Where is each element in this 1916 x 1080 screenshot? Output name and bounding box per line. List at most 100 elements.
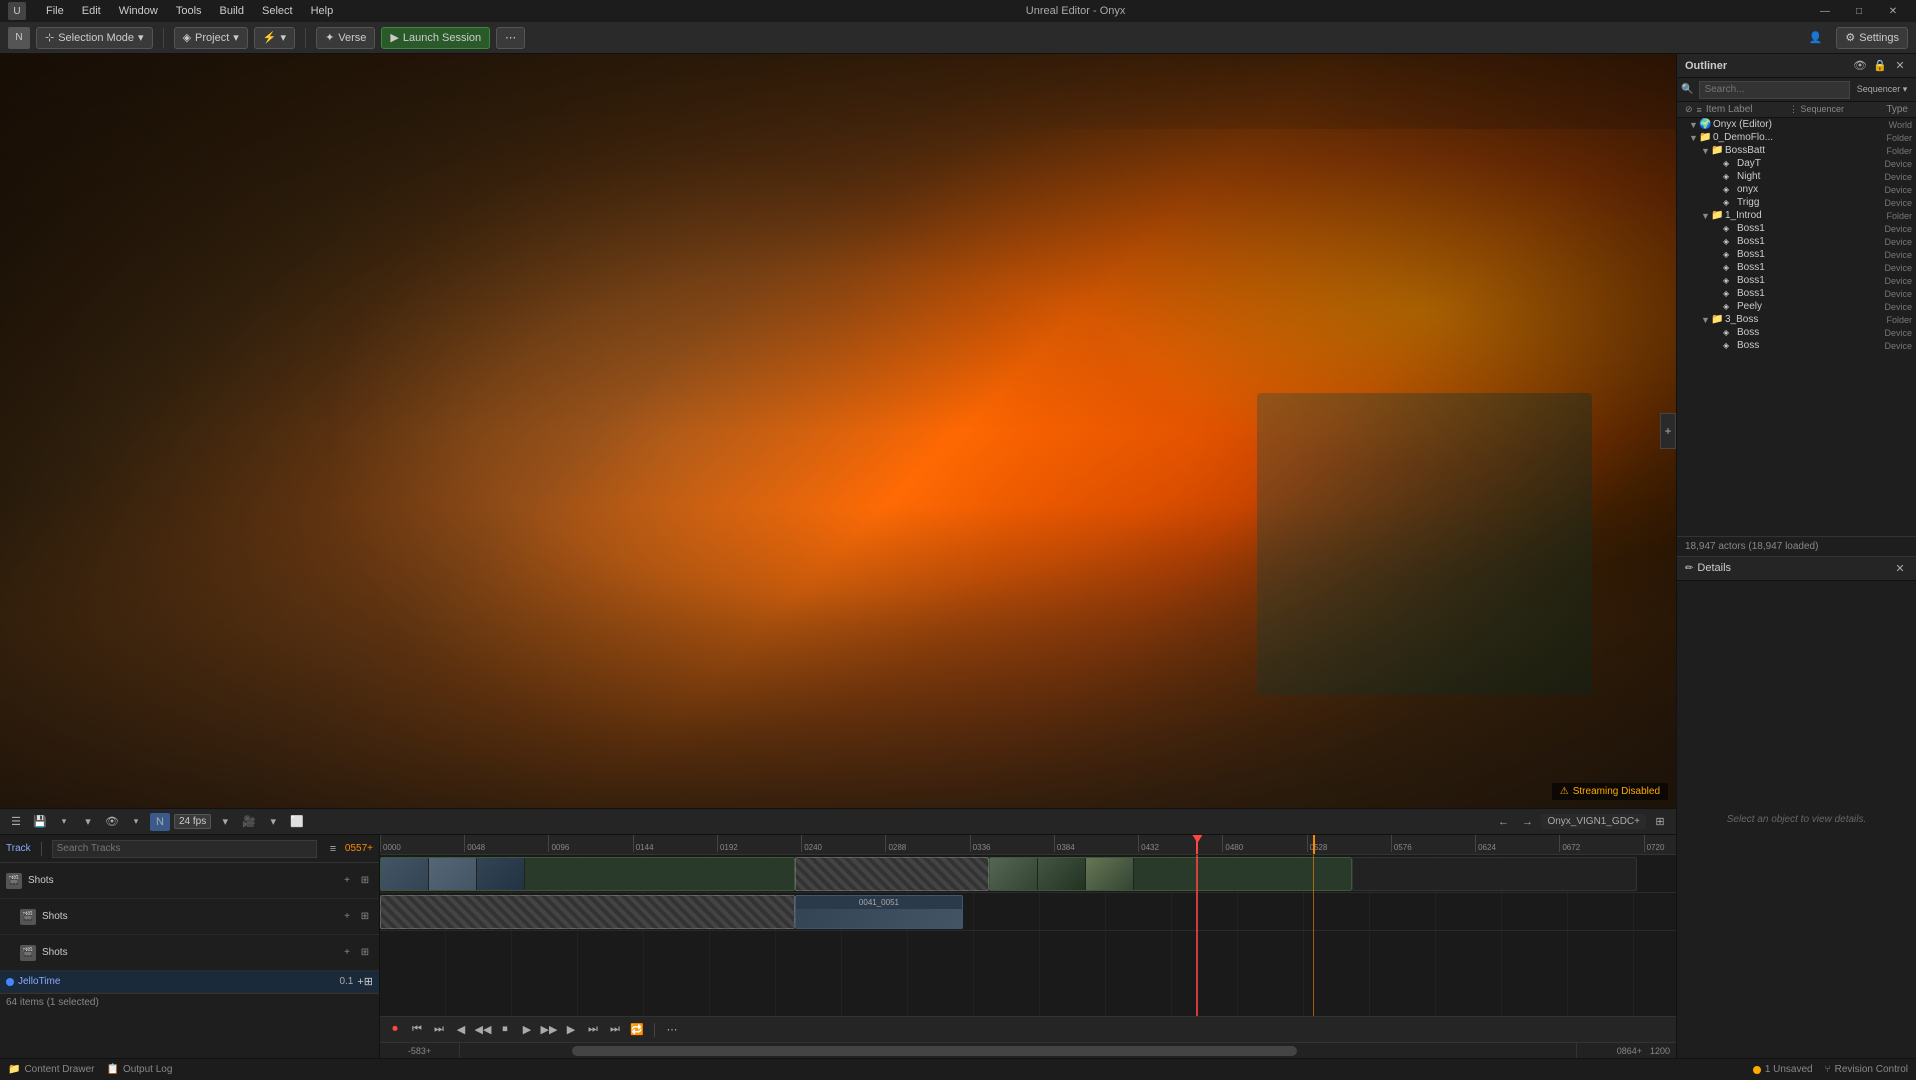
track-options-btn-3[interactable]: ⊞	[357, 945, 373, 961]
tree-item-boss-b[interactable]: ◈ Boss Device	[1677, 339, 1916, 352]
sequencer-filter-btn[interactable]: ▾	[78, 813, 98, 831]
tree-item-boss1e[interactable]: ◈ Boss1 Device	[1677, 274, 1916, 287]
tree-item-demoflo[interactable]: ▼ 📁 0_DemoFlo... Folder	[1677, 131, 1916, 144]
tree-item-dayt[interactable]: ◈ DayT Device	[1677, 157, 1916, 170]
seq-cam-btn[interactable]: 🎥	[239, 813, 259, 831]
user-icon-button[interactable]: 👤	[1801, 27, 1831, 49]
track-add-btn-1[interactable]: +	[339, 873, 355, 889]
pb-options-btn[interactable]: ⋯	[663, 1021, 681, 1039]
sequencer-options-btn[interactable]: ☰	[6, 813, 26, 831]
timeline-scroll-track[interactable]	[460, 1046, 1576, 1055]
settings-button[interactable]: ⚙ Settings	[1836, 27, 1908, 49]
output-log-btn[interactable]: 📋 Output Log	[106, 1064, 172, 1075]
minimize-button[interactable]: —	[1810, 0, 1840, 22]
sequencer-undo-btn[interactable]: ▾	[54, 813, 74, 831]
tree-item-night[interactable]: ◈ Night Device	[1677, 170, 1916, 183]
menu-file[interactable]: File	[38, 3, 72, 19]
jello-time-row[interactable]: JelloTime 0.1 + ⊞	[0, 971, 379, 993]
tree-item-boss-a[interactable]: ◈ Boss Device	[1677, 326, 1916, 339]
pb-play-reverse-btn[interactable]: ◀◀	[474, 1021, 492, 1039]
outliner-close-btn[interactable]: ✕	[1892, 58, 1908, 74]
track-row-shots-3[interactable]: 🎬 Shots + ⊞	[0, 935, 379, 971]
pb-play-forward-btn[interactable]: ▶▶	[540, 1021, 558, 1039]
pb-start-btn[interactable]: ⏮	[408, 1021, 426, 1039]
outliner-eye-btn[interactable]: 👁	[1852, 58, 1868, 74]
details-close-btn[interactable]: ✕	[1892, 560, 1908, 576]
seq-panel-btn[interactable]: ⊞	[1650, 813, 1670, 831]
track-options-btn-1[interactable]: ⊞	[357, 873, 373, 889]
clip-4[interactable]	[1352, 857, 1637, 891]
menu-build[interactable]: Build	[212, 3, 252, 19]
launch-session-button[interactable]: ▶ Launch Session	[381, 27, 490, 49]
outliner-lock-btn[interactable]: 🔒	[1872, 58, 1888, 74]
timeline-scroll-thumb[interactable]	[572, 1046, 1297, 1056]
tree-item-onyx[interactable]: ▼ 🌍 Onyx (Editor) World	[1677, 118, 1916, 131]
sequencer-dropdown[interactable]: Sequencer ▾	[1852, 81, 1912, 99]
tree-item-onyx2[interactable]: ◈ onyx Device	[1677, 183, 1916, 196]
pb-prev-key-btn[interactable]: ⏭	[430, 1021, 448, 1039]
track-add-btn-3[interactable]: +	[339, 945, 355, 961]
pb-loop-btn[interactable]: 🔁	[628, 1021, 646, 1039]
content-drawer-btn[interactable]: 📁 Content Drawer	[8, 1064, 94, 1075]
selection-mode-button[interactable]: ⊹ Selection Mode ▾	[36, 27, 153, 49]
tree-item-bossbatt[interactable]: ▼ 📁 BossBatt Folder	[1677, 144, 1916, 157]
seq-more-btn[interactable]: ▾	[263, 813, 283, 831]
verse-button[interactable]: ✦ Verse	[316, 27, 375, 49]
maximize-button[interactable]: □	[1844, 0, 1874, 22]
revision-control-btn[interactable]: ⑂ Revision Control	[1825, 1064, 1908, 1075]
unsaved-status[interactable]: 1 Unsaved	[1753, 1064, 1813, 1075]
track-options-btn-2[interactable]: ⊞	[357, 909, 373, 925]
menu-window[interactable]: Window	[111, 3, 166, 19]
sequencer-name[interactable]: Onyx_VIGN1_GDC+	[1541, 814, 1646, 829]
tree-item-boss1f[interactable]: ◈ Boss1 Device	[1677, 287, 1916, 300]
fps-dropdown[interactable]: ▾	[215, 813, 235, 831]
menu-edit[interactable]: Edit	[74, 3, 109, 19]
track-row-shots-2[interactable]: 🎬 Shots + ⊞	[0, 899, 379, 935]
seq-render-btn[interactable]: ⬜	[287, 813, 307, 831]
menu-select[interactable]: Select	[254, 3, 301, 19]
tree-item-trigg[interactable]: ◈ Trigg Device	[1677, 196, 1916, 209]
timeline-ruler[interactable]: 0000 0048 0096 0144 0192 0240 0288 0336 …	[380, 835, 1676, 855]
track-row-shots-1[interactable]: 🎬 Shots + ⊞	[0, 863, 379, 899]
seq-nav-forward[interactable]: →	[1517, 813, 1537, 831]
tree-item-3boss[interactable]: ▼ 📁 3_Boss Folder	[1677, 313, 1916, 326]
viewport[interactable]: ⚠ Streaming Disabled +	[0, 54, 1676, 808]
seq-nav-back[interactable]: ←	[1493, 813, 1513, 831]
sequencer-save-btn[interactable]: 💾	[30, 813, 50, 831]
outliner-search[interactable]	[1699, 81, 1850, 99]
close-button[interactable]: ✕	[1878, 0, 1908, 22]
tree-item-boss1b[interactable]: ◈ Boss1 Device	[1677, 235, 1916, 248]
tree-item-boss1c[interactable]: ◈ Boss1 Device	[1677, 248, 1916, 261]
pb-step-back-btn[interactable]: ◀	[452, 1021, 470, 1039]
pb-step-forward-btn[interactable]: ▶	[562, 1021, 580, 1039]
clip-3[interactable]	[989, 857, 1352, 891]
pb-stop-btn[interactable]: ⏹	[496, 1021, 514, 1039]
track-add-btn-2[interactable]: +	[339, 909, 355, 925]
timeline-content[interactable]: 0041_0051	[380, 855, 1676, 1016]
clip-6[interactable]: 0041_0051	[795, 895, 963, 929]
more-button[interactable]: ⋯	[496, 27, 525, 49]
toolbar-btn-2[interactable]: ⚡ ▾	[254, 27, 295, 49]
sequencer-lock-btn[interactable]: ▾	[126, 813, 146, 831]
project-button[interactable]: ◈ Project ▾	[174, 27, 248, 49]
pb-play-btn[interactable]: ▶	[518, 1021, 536, 1039]
pb-next-key-btn[interactable]: ⏭	[584, 1021, 602, 1039]
jello-options-btn[interactable]: ⊞	[364, 975, 373, 988]
sequencer-snap-btn[interactable]: N	[150, 813, 170, 831]
sequencer-eye-btn[interactable]: 👁	[102, 813, 122, 831]
clip-5[interactable]	[380, 895, 795, 929]
track-filter-btn[interactable]: ≡	[325, 841, 341, 857]
menu-tools[interactable]: Tools	[168, 3, 210, 19]
menu-help[interactable]: Help	[303, 3, 342, 19]
clip-2[interactable]	[795, 857, 989, 891]
tree-item-peely[interactable]: ◈ Peely Device	[1677, 300, 1916, 313]
tree-item-boss1d[interactable]: ◈ Boss1 Device	[1677, 261, 1916, 274]
pb-end-btn[interactable]: ⏭	[606, 1021, 624, 1039]
fps-badge[interactable]: 24 fps	[174, 814, 211, 829]
add-viewport-btn[interactable]: +	[1660, 413, 1676, 449]
track-search[interactable]	[52, 840, 317, 858]
clip-1[interactable]	[380, 857, 795, 891]
tree-item-1introd[interactable]: ▼ 📁 1_Introd Folder	[1677, 209, 1916, 222]
pb-rec-btn[interactable]: ⏺	[386, 1021, 404, 1039]
tree-item-boss1[interactable]: ◈ Boss1 Device	[1677, 222, 1916, 235]
